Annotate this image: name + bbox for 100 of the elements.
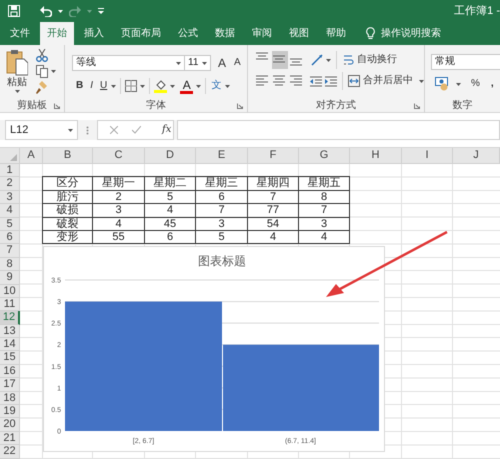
- dialog-launcher-icon[interactable]: [54, 103, 60, 109]
- table-cell[interactable]: 6: [144, 230, 196, 244]
- caret-icon[interactable]: [58, 10, 63, 12]
- caret-icon[interactable]: [111, 84, 116, 88]
- ribbon-tab[interactable]: 数据: [208, 22, 242, 45]
- column-header[interactable]: C: [93, 148, 145, 164]
- grip-icon[interactable]: [86, 126, 89, 134]
- caret-icon[interactable]: [68, 128, 73, 132]
- caret-icon[interactable]: [176, 62, 181, 64]
- paste-button[interactable]: 粘贴: [6, 76, 28, 90]
- row-header[interactable]: 16: [0, 364, 20, 378]
- dialog-launcher-icon[interactable]: [414, 103, 420, 109]
- ribbon-tab[interactable]: 帮助: [319, 22, 353, 45]
- percent-button[interactable]: %: [470, 75, 481, 93]
- row-header[interactable]: 19: [0, 405, 20, 418]
- table-cell[interactable]: 55: [92, 230, 145, 244]
- row-header[interactable]: 21: [0, 432, 20, 446]
- row-header[interactable]: 1: [0, 164, 20, 178]
- undo-icon[interactable]: [40, 6, 52, 16]
- phonetic-button[interactable]: 文: [210, 77, 222, 95]
- row-header[interactable]: 3: [0, 190, 20, 204]
- row-header[interactable]: 9: [0, 271, 20, 285]
- font-size-dropdown[interactable]: 11: [184, 55, 211, 71]
- caret-icon[interactable]: [196, 84, 202, 88]
- border-icon[interactable]: [125, 80, 138, 92]
- name-box[interactable]: L12: [5, 120, 78, 140]
- accounting-format-icon[interactable]: [435, 77, 451, 91]
- customize-icon[interactable]: [98, 8, 104, 14]
- column-header[interactable]: B: [43, 148, 93, 164]
- middle-align-icon[interactable]: [272, 51, 288, 69]
- tell-me-search[interactable]: 操作说明搜索: [381, 26, 441, 41]
- grow-font-button[interactable]: A: [217, 54, 228, 72]
- ribbon-tab[interactable]: 公式: [171, 22, 205, 45]
- table-cell[interactable]: 变形: [42, 230, 93, 244]
- comma-button[interactable]: ,: [490, 75, 495, 93]
- row-header[interactable]: 2: [0, 177, 20, 191]
- column-header[interactable]: I: [402, 148, 453, 164]
- increase-indent-icon[interactable]: [324, 75, 338, 87]
- row-header[interactable]: 4: [0, 204, 20, 218]
- paste-icon[interactable]: [6, 49, 28, 76]
- row-header[interactable]: 20: [0, 418, 20, 432]
- row-header[interactable]: 18: [0, 392, 20, 406]
- font-name-dropdown[interactable]: 等线: [72, 55, 185, 71]
- scissors-icon[interactable]: [36, 49, 48, 62]
- copy-icon[interactable]: [36, 65, 48, 78]
- row-header[interactable]: 10: [0, 284, 20, 298]
- ribbon-tab[interactable]: 文件: [3, 22, 37, 45]
- number-format-dropdown[interactable]: 常规: [431, 54, 500, 70]
- row-header[interactable]: 7: [0, 244, 20, 258]
- caret-icon[interactable]: [419, 80, 424, 82]
- table-cell[interactable]: 区分: [42, 176, 93, 191]
- underline-button[interactable]: U: [99, 77, 108, 95]
- shrink-font-button[interactable]: A: [233, 54, 242, 72]
- column-header[interactable]: A: [20, 148, 43, 164]
- formula-input[interactable]: [177, 120, 500, 140]
- table-cell[interactable]: 4: [298, 230, 350, 244]
- text-orientation-icon[interactable]: [311, 54, 325, 66]
- decrease-indent-icon[interactable]: [309, 75, 324, 87]
- caret-icon[interactable]: [202, 62, 207, 64]
- row-header[interactable]: 22: [0, 445, 20, 459]
- ribbon-tab[interactable]: 视图: [282, 22, 316, 45]
- caret-icon[interactable]: [51, 70, 56, 73]
- chart-title[interactable]: 图表标题: [198, 254, 246, 268]
- caret-icon[interactable]: [225, 84, 230, 88]
- row-header[interactable]: 5: [0, 218, 20, 231]
- ribbon-tab[interactable]: 开始: [40, 22, 74, 45]
- column-header[interactable]: G: [299, 148, 350, 164]
- row-header[interactable]: 12: [0, 311, 20, 325]
- ribbon-tab[interactable]: 审阅: [245, 22, 279, 45]
- column-header[interactable]: E: [196, 148, 248, 164]
- row-header[interactable]: 15: [0, 351, 20, 365]
- italic-button[interactable]: I: [89, 77, 94, 95]
- insert-function-button[interactable]: fx: [161, 121, 172, 139]
- caret-icon[interactable]: [170, 84, 176, 88]
- bold-button[interactable]: B: [75, 77, 84, 95]
- row-header[interactable]: 11: [0, 298, 20, 312]
- ribbon-tab[interactable]: 页面布局: [114, 22, 168, 45]
- merge-center-button[interactable]: 合并后居中: [347, 72, 414, 90]
- column-header[interactable]: J: [453, 148, 500, 164]
- table-cell[interactable]: 5: [195, 230, 248, 244]
- table-cell[interactable]: 星期五: [298, 176, 350, 191]
- save-icon[interactable]: [8, 5, 20, 17]
- row-header[interactable]: 8: [0, 258, 20, 272]
- column-header[interactable]: F: [248, 148, 299, 164]
- paintbrush-icon[interactable]: [36, 81, 48, 94]
- row-header[interactable]: 17: [0, 378, 20, 392]
- wrap-text-button[interactable]: 自动换行: [342, 51, 398, 69]
- column-header[interactable]: D: [145, 148, 196, 164]
- column-header[interactable]: H: [350, 148, 402, 164]
- ribbon-tab[interactable]: 插入: [77, 22, 111, 45]
- fill-color-icon[interactable]: [154, 79, 168, 93]
- row-header[interactable]: 13: [0, 324, 20, 338]
- caret-icon[interactable]: [456, 82, 461, 86]
- caret-icon[interactable]: [140, 84, 146, 88]
- dialog-launcher-icon[interactable]: [237, 103, 243, 109]
- caret-icon[interactable]: [326, 58, 331, 62]
- row-header[interactable]: 6: [0, 230, 20, 244]
- caret-icon[interactable]: [14, 90, 20, 93]
- font-color-button[interactable]: A: [180, 78, 194, 94]
- row-header[interactable]: 14: [0, 338, 20, 352]
